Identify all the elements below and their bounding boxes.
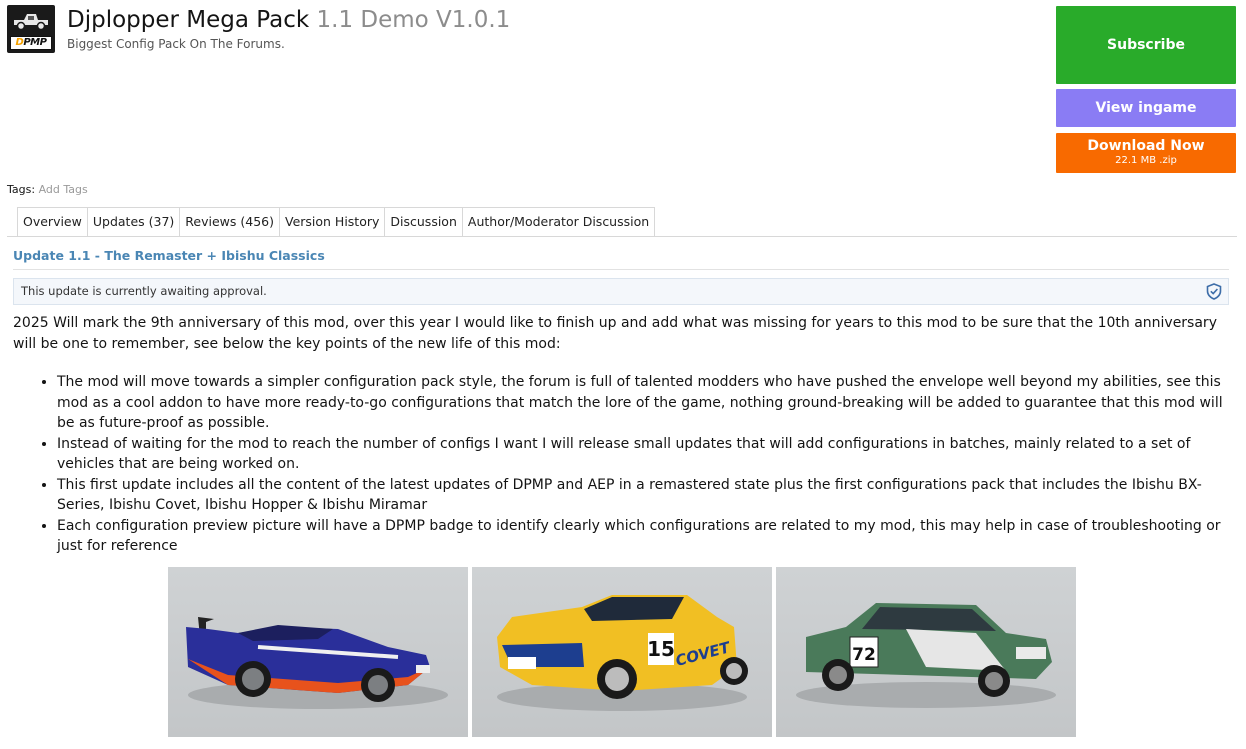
tab-updates[interactable]: Updates (37) bbox=[86, 207, 181, 237]
tab-author-moderator-discussion[interactable]: Author/Moderator Discussion bbox=[461, 207, 656, 237]
update-bullet-list: The mod will move towards a simpler conf… bbox=[13, 372, 1233, 557]
tags-label: Tags: bbox=[7, 183, 36, 196]
approval-notice-text: This update is currently awaiting approv… bbox=[21, 284, 267, 298]
logo-badge: DPMP bbox=[10, 36, 52, 50]
mod-name: Djplopper Mega Pack bbox=[67, 7, 310, 33]
update-title-link[interactable]: Update 1.1 - The Remaster + Ibishu Class… bbox=[13, 248, 325, 263]
mod-version: 1.1 Demo V1.0.1 bbox=[316, 7, 511, 33]
race-coupe-image bbox=[186, 617, 448, 709]
gallery-image-race-coupe[interactable] bbox=[168, 567, 468, 737]
view-ingame-button[interactable]: View ingame bbox=[1056, 89, 1236, 127]
car-number-72: 72 bbox=[852, 645, 876, 665]
gallery-image-rally-hatchback[interactable]: 15 COVET bbox=[472, 567, 772, 737]
tab-overview[interactable]: Overview bbox=[17, 207, 88, 237]
mod-logo: DPMP bbox=[7, 5, 55, 53]
subscribe-button[interactable]: Subscribe bbox=[1056, 6, 1236, 84]
update-intro: 2025 Will mark the 9th anniversary of th… bbox=[13, 315, 1217, 352]
screenshot-gallery: 15 COVET 72 bbox=[168, 567, 1076, 737]
mod-tagline: Biggest Config Pack On The Forums. bbox=[67, 37, 285, 51]
car-number-15: 15 bbox=[647, 637, 675, 661]
tags-row: Tags: Add Tags bbox=[7, 183, 88, 196]
tab-discussion[interactable]: Discussion bbox=[384, 207, 463, 237]
download-meta: 22.1 MB .zip bbox=[1115, 155, 1177, 166]
tab-bar: Overview Updates (37) Reviews (456) Vers… bbox=[17, 207, 656, 237]
list-item: Each configuration preview picture will … bbox=[57, 516, 1233, 557]
tab-divider bbox=[7, 236, 1237, 237]
add-tags-link[interactable]: Add Tags bbox=[39, 183, 88, 196]
download-button[interactable]: Download Now 22.1 MB .zip bbox=[1056, 133, 1236, 173]
list-item: Instead of waiting for the mod to reach … bbox=[57, 434, 1233, 475]
list-item: This first update includes all the conte… bbox=[57, 475, 1233, 516]
approval-notice: This update is currently awaiting approv… bbox=[13, 278, 1229, 305]
rally-hatchback-image: 15 COVET bbox=[497, 595, 748, 711]
page-title: Djplopper Mega Pack 1.1 Demo V1.0.1 bbox=[67, 6, 510, 34]
tab-version-history[interactable]: Version History bbox=[278, 207, 386, 237]
download-label: Download Now bbox=[1087, 138, 1205, 154]
pickup-truck-icon bbox=[14, 14, 48, 31]
tab-reviews[interactable]: Reviews (456) bbox=[179, 207, 280, 237]
classic-sedan-image: 72 bbox=[796, 603, 1056, 708]
gallery-image-classic-sedan[interactable]: 72 bbox=[776, 567, 1076, 737]
shield-check-icon bbox=[1206, 283, 1222, 300]
update-body: 2025 Will mark the 9th anniversary of th… bbox=[13, 313, 1233, 557]
list-item: The mod will move towards a simpler conf… bbox=[57, 372, 1233, 434]
update-divider bbox=[13, 269, 1229, 270]
